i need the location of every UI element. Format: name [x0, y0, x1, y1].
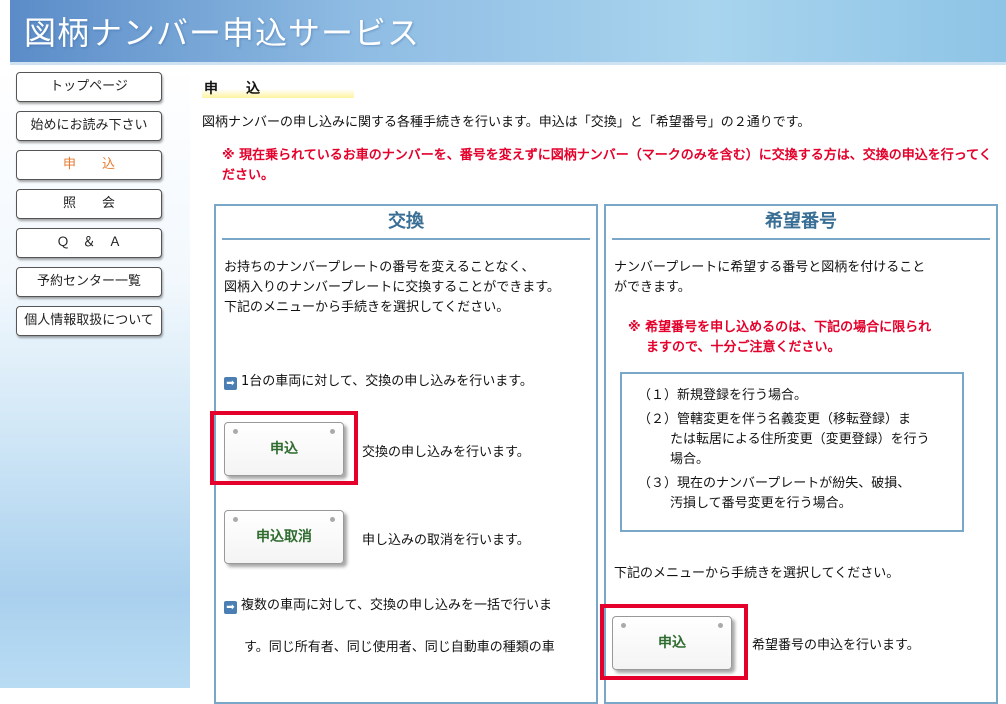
sidebar-nav: トップページ 始めにお読み下さい 申 込 照 会 Ｑ ＆ Ａ 予約センター一覧 … — [16, 72, 166, 345]
plate-bolt-icon — [621, 623, 626, 628]
header-banner: 図柄ナンバー申込サービス — [10, 0, 1006, 65]
nav-reservation-centers[interactable]: 予約センター一覧 — [16, 267, 162, 297]
condition-item-cont: たは転居による住所変更（変更登録）を行う — [670, 432, 930, 447]
hope-notice-line: ますので、十分ご注意ください。 — [646, 340, 841, 355]
arrow-right-icon: ➡ — [224, 601, 237, 614]
multi-vehicle-text: ➡ 複数の車両に対して、交換の申し込みを一括で行いま す。同じ所有者、同じ使用者、… — [224, 596, 592, 658]
hope-notice: ※ 希望番号を申し込めるのは、下記の場合に限られ ますので、十分ご注意ください。 — [628, 318, 978, 358]
intro-text: 図柄ナンバーの申し込みに関する各種手続きを行います。申込は「交換」と「希望番号」… — [202, 115, 811, 130]
hope-desc-line: ナンバープレートに希望する番号と図柄を付けること — [614, 260, 926, 275]
condition-item-cont: 場合。 — [670, 452, 710, 467]
hope-apply-label: 申込 — [658, 635, 686, 651]
plate-bolt-icon — [233, 429, 238, 434]
condition-item: （２）管轄変更を伴う名義変更（移転登録）ま — [638, 412, 912, 427]
plate-bolt-icon — [718, 623, 723, 628]
single-vehicle-label: 1台の車両に対して、交換の申し込みを行います。 — [241, 374, 533, 389]
nav-privacy[interactable]: 個人情報取扱について — [16, 306, 162, 336]
multi-vehicle-line: す。同じ所有者、同じ使用者、同じ自動車の種類の車 — [244, 640, 555, 655]
conditions-box: （１）新規登録を行う場合。 （２）管轄変更を伴う名義変更（移転登録）ま たは転居… — [620, 372, 964, 532]
exchange-apply-desc: 交換の申し込みを行います。 — [362, 445, 530, 460]
exchange-desc-line: 図柄入りのナンバープレートに交換することができます。 — [224, 280, 560, 295]
exchange-cancel-desc: 申し込みの取消を行います。 — [362, 533, 530, 548]
hope-apply-button[interactable]: 申込 — [612, 616, 732, 670]
hope-number-panel: 希望番号 ナンバープレートに希望する番号と図柄を付けること ができます。 ※ 希… — [600, 204, 998, 704]
hope-description: ナンバープレートに希望する番号と図柄を付けること ができます。 — [614, 258, 984, 298]
notice-mark: ※ — [628, 320, 641, 335]
exchange-description: お持ちのナンバープレートの番号を変えることなく、 図柄入りのナンバープレートに交… — [224, 258, 592, 318]
exchange-cancel-button[interactable]: 申込取消 — [224, 510, 344, 564]
nav-qa[interactable]: Ｑ ＆ Ａ — [16, 228, 162, 258]
exchange-cancel-label: 申込取消 — [256, 529, 312, 545]
exchange-apply-button[interactable]: 申込 — [224, 422, 344, 476]
condition-item: （１）新規登録を行う場合。 — [638, 388, 808, 403]
exchange-panel: 交換 お持ちのナンバープレートの番号を変えることなく、 図柄入りのナンバープレー… — [210, 204, 598, 704]
single-vehicle-text: ➡ 1台の車両に対して、交換の申し込みを行います。 — [224, 372, 592, 392]
notice-text: 現在乗られているお車のナンバーを、番号を変えずに図柄ナンバー（マークのみを含む）… — [222, 148, 992, 183]
exchange-notice: ※ 現在乗られているお車のナンバーを、番号を変えずに図柄ナンバー（マークのみを含… — [222, 146, 992, 186]
exchange-apply-label: 申込 — [270, 441, 298, 457]
hope-desc-line: ができます。 — [614, 280, 691, 295]
plate-bolt-icon — [330, 517, 335, 522]
nav-read-first[interactable]: 始めにお読み下さい — [16, 111, 162, 141]
notice-mark: ※ — [222, 148, 235, 163]
exchange-desc-line: お持ちのナンバープレートの番号を変えることなく、 — [224, 260, 535, 275]
site-title: 図柄ナンバー申込サービス — [24, 14, 421, 52]
multi-vehicle-line: 複数の車両に対して、交換の申し込みを一括で行いま — [241, 598, 552, 613]
condition-item: （３）現在のナンバープレートが紛失、破損、 — [638, 476, 911, 491]
nav-top[interactable]: トップページ — [16, 72, 162, 102]
section-heading: 申 込 — [202, 78, 354, 98]
exchange-panel-title: 交換 — [222, 206, 590, 240]
nav-apply[interactable]: 申 込 — [16, 150, 162, 180]
hope-menu-text: 下記のメニューから手続きを選択してください。 — [614, 566, 900, 581]
arrow-right-icon: ➡ — [224, 377, 237, 390]
hope-apply-desc: 希望番号の申込を行います。 — [752, 638, 920, 653]
plate-bolt-icon — [233, 517, 238, 522]
condition-item-cont: 汚損して番号変更を行う場合。 — [670, 496, 852, 511]
plate-bolt-icon — [330, 429, 335, 434]
hope-panel-title: 希望番号 — [612, 206, 990, 240]
nav-inquiry[interactable]: 照 会 — [16, 189, 162, 219]
hope-notice-line: 希望番号を申し込めるのは、下記の場合に限られ — [645, 320, 932, 335]
exchange-desc-line: 下記のメニューから手続きを選択してください。 — [224, 300, 510, 315]
